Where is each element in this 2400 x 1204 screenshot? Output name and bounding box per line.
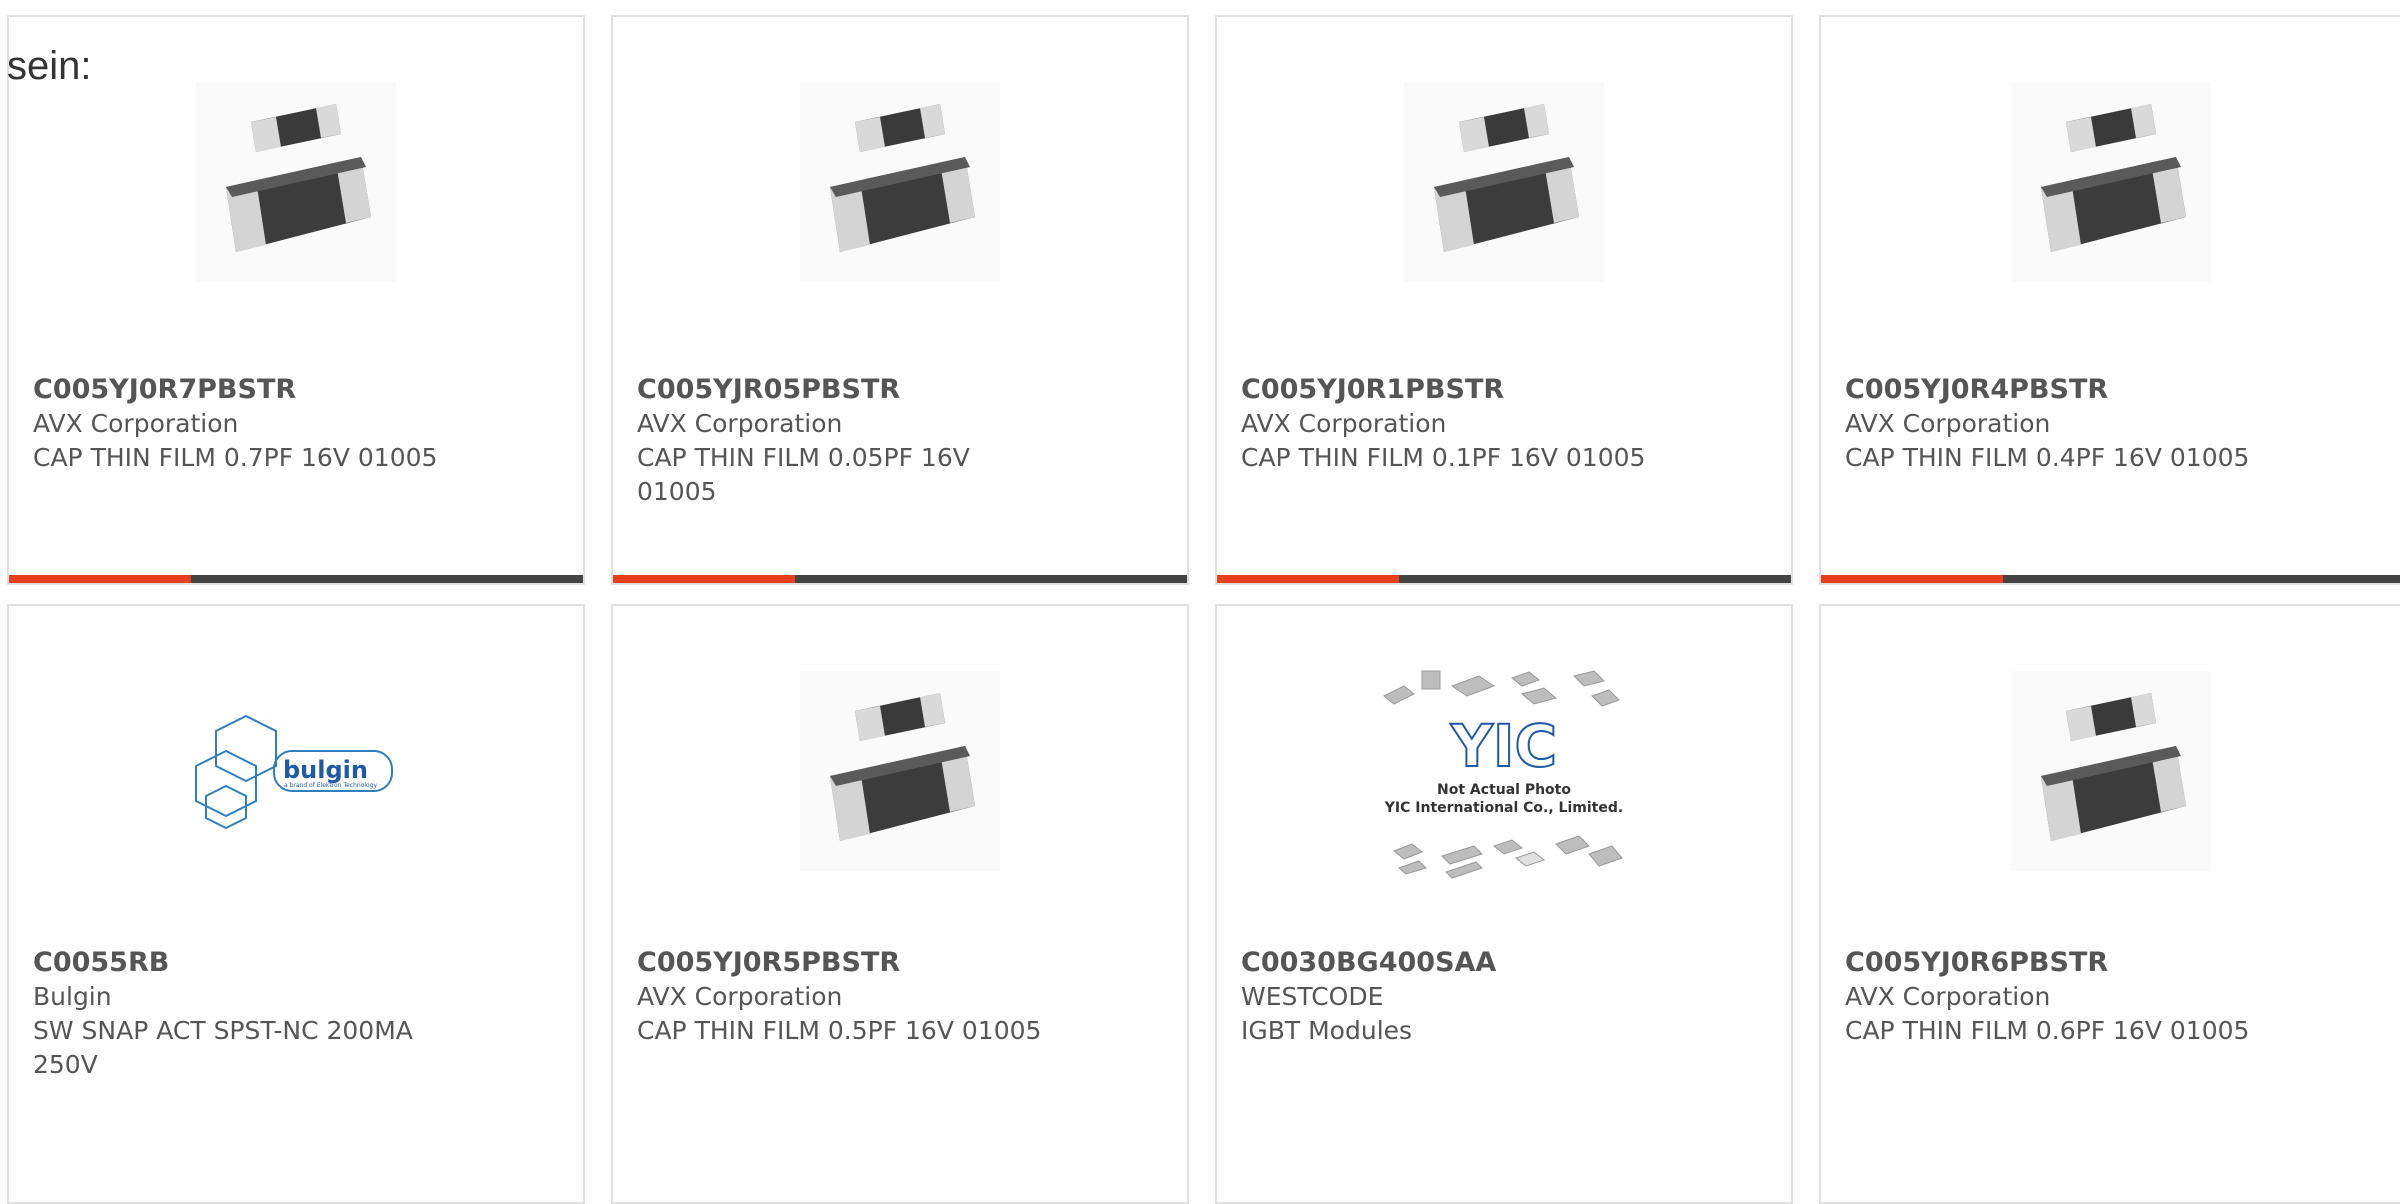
part-number-link[interactable]: C005YJ0R1PBSTR <box>1241 373 1701 407</box>
product-card[interactable]: C005YJ0R5PBSTR AVX Corporation CAP THIN … <box>611 604 1189 1204</box>
placeholder-note-line2: YIC International Co., Limited. <box>1384 800 1623 816</box>
product-card[interactable]: C005YJ0R6PBSTR AVX Corporation CAP THIN … <box>1819 604 2400 1204</box>
smd-capacitor-icon <box>196 82 396 282</box>
manufacturer-name: AVX Corporation <box>33 409 239 438</box>
manufacturer-name: AVX Corporation <box>1241 409 1447 438</box>
product-description: CAP THIN FILM 0.1PF 16V 01005 <box>1241 443 1646 472</box>
card-bottom-bar <box>613 575 1187 583</box>
smd-capacitor-icon <box>2010 671 2211 871</box>
card-accent-bar <box>613 575 795 583</box>
card-accent-bar <box>1821 575 2003 583</box>
product-description: CAP THIN FILM 0.05PF 16V 01005 <box>637 443 970 506</box>
manufacturer-name: Bulgin <box>33 982 112 1011</box>
manufacturer-name: AVX Corporation <box>637 982 843 1011</box>
product-image[interactable]: YIC Not Actual Photo YIC International C… <box>1217 636 1791 916</box>
smd-capacitor-icon <box>800 671 1000 871</box>
product-image[interactable] <box>1821 57 2400 307</box>
card-accent-bar <box>9 575 191 583</box>
part-number-link[interactable]: C005YJ0R7PBSTR <box>33 373 493 407</box>
product-image[interactable] <box>9 57 583 307</box>
part-number-link[interactable]: C005YJR05PBSTR <box>637 373 1097 407</box>
bulgin-logo-icon: bulgin a brand of Elektron Technology <box>195 714 393 830</box>
product-image[interactable]: bulgin a brand of Elektron Technology <box>9 646 583 896</box>
smd-capacitor-icon <box>1404 82 1604 282</box>
bulgin-logo-text: bulgin <box>283 756 368 784</box>
part-number-link[interactable]: C005YJ0R4PBSTR <box>1845 373 2305 407</box>
manufacturer-name: AVX Corporation <box>1845 409 2051 438</box>
smd-capacitor-icon <box>2010 82 2211 282</box>
part-number-link[interactable]: C0030BG400SAA <box>1241 946 1701 980</box>
product-description: CAP THIN FILM 0.7PF 16V 01005 <box>33 443 438 472</box>
smd-capacitor-icon <box>800 82 1000 282</box>
part-number-link[interactable]: C0055RB <box>33 946 493 980</box>
yic-placeholder-icon: YIC Not Actual Photo YIC International C… <box>1383 670 1623 879</box>
product-description: CAP THIN FILM 0.6PF 16V 01005 <box>1845 1016 2250 1045</box>
intro-text: sein: <box>7 44 92 88</box>
manufacturer-name: WESTCODE <box>1241 982 1384 1011</box>
manufacturer-name: AVX Corporation <box>1845 982 2051 1011</box>
product-card[interactable]: bulgin a brand of Elektron Technology C0… <box>7 604 585 1204</box>
card-bottom-bar <box>9 575 583 583</box>
product-description: IGBT Modules <box>1241 1016 1413 1045</box>
yic-logo-text: YIC <box>1450 712 1557 780</box>
product-image[interactable] <box>1821 646 2400 896</box>
product-description: SW SNAP ACT SPST-NC 200MA 250V <box>33 1016 413 1079</box>
card-accent-bar <box>1217 575 1399 583</box>
product-card[interactable]: C005YJ0R7PBSTR AVX Corporation CAP THIN … <box>7 15 585 585</box>
product-card[interactable]: YIC Not Actual Photo YIC International C… <box>1215 604 1793 1204</box>
product-image[interactable] <box>613 646 1187 896</box>
manufacturer-name: AVX Corporation <box>637 409 843 438</box>
bulgin-logo-subtext: a brand of Elektron Technology <box>284 782 377 789</box>
product-image[interactable] <box>613 57 1187 307</box>
card-bottom-bar <box>1217 575 1791 583</box>
part-number-link[interactable]: C005YJ0R6PBSTR <box>1845 946 2305 980</box>
product-description: CAP THIN FILM 0.5PF 16V 01005 <box>637 1016 1042 1045</box>
product-image[interactable] <box>1217 57 1791 307</box>
part-number-link[interactable]: C005YJ0R5PBSTR <box>637 946 1097 980</box>
placeholder-note-line1: Not Actual Photo <box>1437 782 1571 798</box>
product-card[interactable]: C005YJ0R4PBSTR AVX Corporation CAP THIN … <box>1819 15 2400 585</box>
product-card[interactable]: C005YJ0R1PBSTR AVX Corporation CAP THIN … <box>1215 15 1793 585</box>
product-card[interactable]: C005YJR05PBSTR AVX Corporation CAP THIN … <box>611 15 1189 585</box>
product-description: CAP THIN FILM 0.4PF 16V 01005 <box>1845 443 2250 472</box>
card-bottom-bar <box>1821 575 2400 583</box>
